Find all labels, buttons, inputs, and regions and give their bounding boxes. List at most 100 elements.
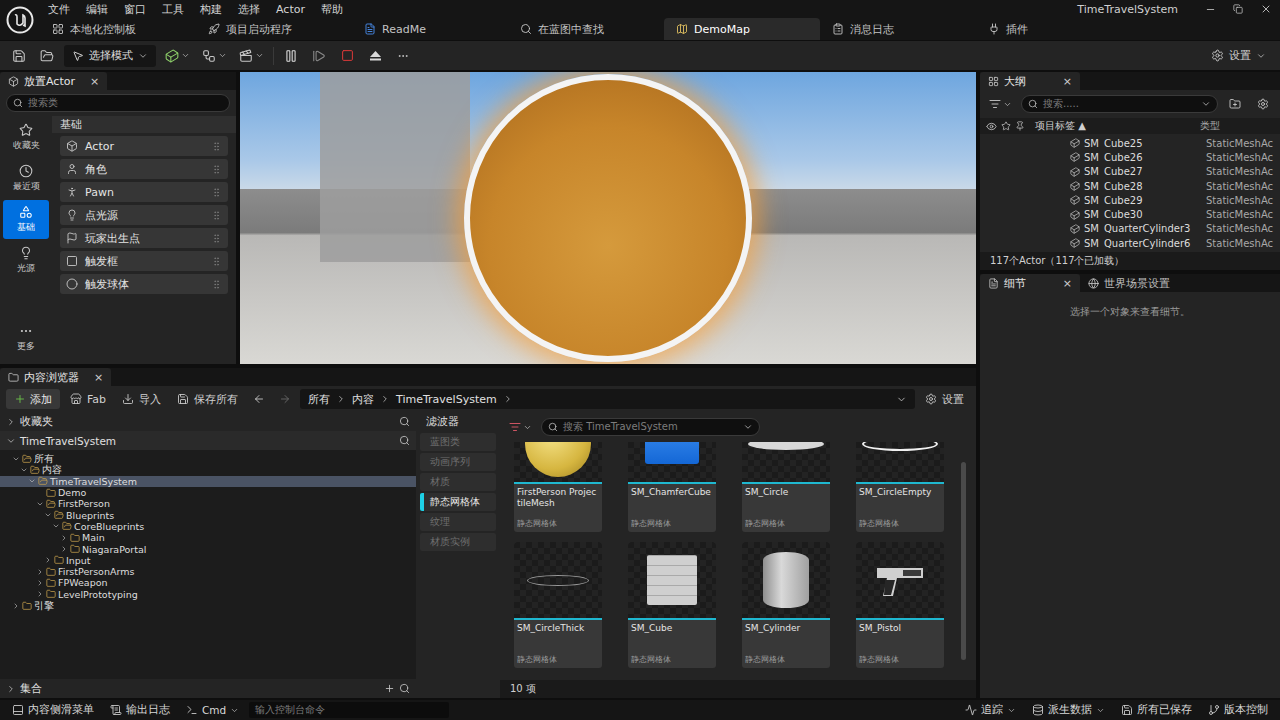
expander[interactable]	[52, 522, 60, 530]
tree-row[interactable]: NiagaraPortal	[0, 543, 416, 554]
tree-row[interactable]: Demo	[0, 487, 416, 498]
search-icon[interactable]	[399, 435, 410, 446]
search-icon[interactable]	[399, 416, 410, 427]
actor-item[interactable]: Actor	[60, 136, 228, 156]
blueprint-icon[interactable]	[202, 49, 216, 63]
close-tab-button[interactable]: ×	[84, 371, 103, 384]
add-button[interactable]: 添加	[6, 389, 60, 409]
tree-row[interactable]: Input	[0, 555, 416, 566]
ddc-button[interactable]: 派生数据	[1026, 703, 1111, 717]
document-tab[interactable]: 项目启动程序	[196, 18, 352, 40]
step-button[interactable]	[308, 45, 330, 67]
step-icon[interactable]	[312, 49, 326, 63]
content-drawer-button[interactable]: 内容侧滑菜单	[6, 703, 100, 717]
outliner-row[interactable]: SM_Cube30StaticMeshAc	[980, 207, 1280, 221]
actor-item[interactable]: 角色	[60, 159, 228, 179]
tree-row[interactable]: FirstPerson	[0, 498, 416, 509]
tree-row[interactable]: FPWeapon	[0, 577, 416, 588]
expander[interactable]	[60, 545, 68, 553]
tree-row[interactable]: CoreBlueprints	[0, 521, 416, 532]
close-button[interactable]	[1252, 0, 1280, 18]
outliner-row[interactable]: SM_Cube25StaticMeshAc	[980, 136, 1280, 150]
asset-search-field[interactable]: 搜索 TimeTravelSystem	[541, 418, 760, 436]
menu-item[interactable]: 窗口	[116, 2, 154, 17]
close-tab-button[interactable]: ×	[1053, 277, 1072, 290]
more-icon[interactable]	[397, 50, 409, 62]
level-viewport[interactable]	[240, 72, 976, 364]
document-tab[interactable]: 插件	[976, 18, 1132, 40]
filter-item[interactable]: 静态网格体	[420, 493, 496, 511]
filter-button[interactable]	[986, 93, 1015, 115]
expander[interactable]	[12, 455, 20, 463]
grip[interactable]	[211, 279, 222, 290]
asset-tile[interactable]: SM_CircleEmpty静态网格体	[856, 442, 944, 532]
save-all-button[interactable]: 保存所有	[171, 388, 244, 410]
minimize-icon[interactable]	[1205, 4, 1216, 15]
category-item[interactable]: 基础	[3, 200, 49, 239]
gear-icon[interactable]	[1257, 98, 1269, 110]
document-tab[interactable]: 本地化控制板	[40, 18, 196, 40]
folder-icon[interactable]	[40, 49, 54, 63]
expander[interactable]	[12, 602, 20, 610]
filter-item[interactable]: 材质	[420, 473, 496, 491]
asset-tile[interactable]: SM_ChamferCube静态网格体	[628, 442, 716, 532]
filter-icon[interactable]	[989, 98, 1001, 110]
more-categories[interactable]: 更多	[3, 319, 49, 358]
actor-item[interactable]: 玩家出生点	[60, 228, 228, 248]
tree-row[interactable]: 引擎	[0, 600, 416, 611]
actor-item[interactable]: 点光源	[60, 205, 228, 225]
grip[interactable]	[211, 210, 222, 221]
pause-icon[interactable]	[284, 49, 298, 63]
output-log-button[interactable]: 输出日志	[104, 703, 176, 717]
type-column[interactable]: 类型	[1200, 119, 1274, 133]
expander[interactable]	[36, 579, 44, 587]
open-button[interactable]	[36, 45, 58, 67]
filter-icon[interactable]	[509, 421, 521, 433]
maximize-button[interactable]	[1224, 0, 1252, 18]
filter-item[interactable]: 纹理	[420, 513, 496, 531]
forward-button[interactable]	[274, 388, 296, 410]
unreal-logo-icon[interactable]	[6, 6, 34, 34]
tree-row[interactable]: Main	[0, 532, 416, 543]
asset-tile[interactable]: SM_Cylinder静态网格体	[742, 542, 830, 668]
add-actor-icon[interactable]	[165, 49, 179, 63]
saved-status[interactable]: 所有已保存	[1115, 703, 1198, 717]
blueprint-button[interactable]	[199, 45, 230, 67]
cinematics-button[interactable]	[236, 45, 267, 67]
outliner-search[interactable]: 搜索.....	[1021, 95, 1218, 113]
menu-item[interactable]: Actor	[268, 3, 313, 16]
expander[interactable]	[36, 500, 44, 508]
more-button[interactable]	[392, 45, 414, 67]
new-folder-button[interactable]	[1224, 93, 1246, 115]
expander[interactable]	[44, 556, 52, 564]
close-tab-button[interactable]: ×	[1053, 75, 1072, 88]
grip[interactable]	[211, 256, 222, 267]
filter-item[interactable]: 材质实例	[420, 533, 496, 551]
expander[interactable]	[36, 568, 44, 576]
menu-item[interactable]: 编辑	[78, 2, 116, 17]
logo[interactable]	[0, 0, 40, 40]
tree-row[interactable]: LevelPrototyping	[0, 589, 416, 600]
expander[interactable]	[60, 534, 68, 542]
plus-icon[interactable]	[384, 683, 395, 694]
console-input[interactable]: 输入控制台命令	[249, 702, 449, 718]
panel-tab[interactable]: 内容浏览器×	[0, 368, 111, 386]
save-button[interactable]	[8, 45, 30, 67]
menu-item[interactable]: 帮助	[313, 2, 351, 17]
restore-icon[interactable]	[1233, 4, 1243, 14]
collections-row[interactable]: 集合	[0, 679, 416, 698]
clapperboard-icon[interactable]	[239, 49, 253, 63]
menu-item[interactable]: 构建	[192, 2, 230, 17]
cmd-dropdown[interactable]: Cmd	[180, 704, 245, 716]
outliner-row[interactable]: SM_QuarterCylinder3StaticMeshAc	[980, 222, 1280, 236]
arrow-right-icon[interactable]	[279, 393, 291, 405]
grip[interactable]	[211, 187, 222, 198]
panel-tab[interactable]: 大纲×	[980, 72, 1080, 90]
close-tab-button[interactable]: ×	[80, 75, 99, 88]
settings-button[interactable]: 设置	[919, 388, 970, 410]
panel-tab[interactable]: 细节×	[980, 274, 1080, 292]
actor-item[interactable]: Pawn	[60, 182, 228, 202]
outliner-settings-button[interactable]	[1252, 93, 1274, 115]
eject-button[interactable]	[364, 45, 386, 67]
grip[interactable]	[211, 233, 222, 244]
